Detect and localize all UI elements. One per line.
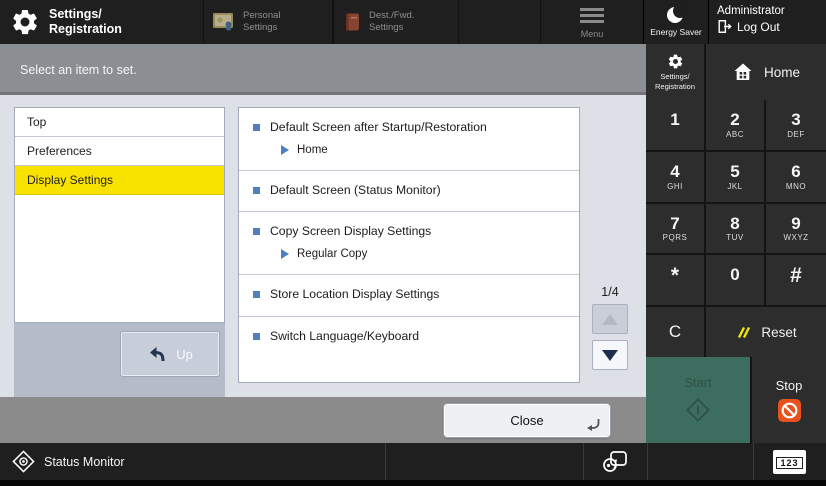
gear-icon <box>13 9 37 35</box>
up-button-area: Up <box>14 323 225 397</box>
message-bar: Select an item to set. <box>0 44 646 95</box>
stop-label: Stop <box>775 377 803 393</box>
nav-settings-line1: Settings/ <box>660 72 690 82</box>
dest-fwd-settings-button[interactable]: Dest./Fwd. Settings <box>333 0 459 44</box>
start-label: Start <box>684 375 712 390</box>
setting-default-screen-status-monitor[interactable]: Default Screen (Status Monitor) <box>239 171 579 213</box>
dest-fwd-settings-label: Dest./Fwd. Settings <box>369 10 415 33</box>
bullet-icon <box>253 124 260 131</box>
value-arrow-icon <box>281 248 289 259</box>
setting-value: Regular Copy <box>297 247 368 260</box>
personal-settings-label: Personal Settings <box>243 10 281 33</box>
key-5[interactable]: 5 JKL <box>706 151 764 202</box>
status-monitor-label: Status Monitor <box>44 454 125 469</box>
footer-band: Close <box>0 397 646 443</box>
device-touchscreen: Settings/ Registration Personal Settings… <box>0 0 826 486</box>
page-up-button[interactable] <box>592 304 628 334</box>
nav-home-button[interactable]: Home <box>706 44 826 100</box>
bullet-icon <box>253 186 260 194</box>
personal-settings-button[interactable]: Personal Settings <box>203 0 333 44</box>
reset-button[interactable]: Reset <box>706 307 826 357</box>
key-6[interactable]: 6 MNO <box>766 151 826 202</box>
settings-item-list: Default Screen after Startup/Restoration… <box>238 107 580 383</box>
value-arrow-icon <box>281 144 289 155</box>
key-0[interactable]: 0 <box>706 255 764 306</box>
side-nav: Settings/ Registration Home <box>646 44 826 100</box>
start-diamond-icon <box>685 397 711 423</box>
user-name: Administrator <box>717 5 785 17</box>
reset-label: Reset <box>761 324 797 340</box>
menu-label: Menu <box>580 29 604 39</box>
key-2[interactable]: 2 ABC <box>706 100 764 150</box>
up-label: Up <box>176 346 193 362</box>
status-monitor-icon <box>12 450 35 473</box>
up-arrow-icon <box>150 347 165 362</box>
key-4[interactable]: 4 GHI <box>646 151 704 202</box>
up-button[interactable]: Up <box>120 331 220 377</box>
category-item-display-settings[interactable]: Display Settings <box>15 166 224 195</box>
home-icon <box>734 63 752 80</box>
bullet-icon <box>253 332 260 340</box>
screen-title-line1: Settings/ <box>49 7 102 22</box>
screen-title: Settings/ Registration <box>10 0 122 44</box>
stop-button[interactable]: Stop <box>752 357 826 443</box>
status-bar: Status Monitor 123 <box>0 443 826 480</box>
key-hash[interactable]: # <box>766 255 826 306</box>
key-star[interactable]: * <box>646 255 704 306</box>
bottom-strip <box>0 480 826 486</box>
key-clear[interactable]: C <box>646 307 704 357</box>
numeric-keypad: 1 2 ABC 3 DEF 4 GHI 5 JKL 6 MNO 7 PQRS 8 TUV 9W… <box>646 100 826 357</box>
stop-icon <box>777 398 801 422</box>
setting-switch-language-keyboard[interactable]: Switch Language/Keyboard <box>239 317 579 383</box>
category-item-top[interactable]: Top <box>15 108 224 137</box>
nav-settings-line2: Registration <box>654 81 696 91</box>
key-9[interactable]: 9 WXYZ <box>766 203 826 254</box>
top-bar: Settings/ Registration Personal Settings… <box>0 0 826 44</box>
counter-check-button[interactable] <box>583 443 647 480</box>
bullet-icon <box>253 228 260 236</box>
setting-store-location-display[interactable]: Store Location Display Settings <box>239 275 579 317</box>
triangle-up-icon <box>602 313 618 325</box>
hamburger-icon <box>580 5 604 26</box>
hard-keys: Start Stop <box>646 357 826 443</box>
category-item-preferences[interactable]: Preferences <box>15 137 224 166</box>
screen-title-line2: Registration <box>49 22 122 36</box>
key-3[interactable]: 3 DEF <box>766 100 826 150</box>
energy-saver-button[interactable]: Energy Saver <box>646 0 706 44</box>
numeric-badge-text: 123 <box>776 456 803 469</box>
log-out-icon <box>718 20 732 33</box>
gear-icon <box>668 54 682 69</box>
personal-settings-icon <box>213 13 233 31</box>
key-1[interactable]: 1 <box>646 100 704 150</box>
nav-settings-registration-button[interactable]: Settings/ Registration <box>646 44 704 100</box>
moon-icon <box>667 4 687 25</box>
status-monitor-button[interactable]: Status Monitor <box>12 443 125 480</box>
setting-copy-screen-display[interactable]: Copy Screen Display Settings Regular Cop… <box>239 212 579 275</box>
setting-default-screen-startup[interactable]: Default Screen after Startup/Restoration… <box>239 108 579 171</box>
logged-in-user-button[interactable]: Administrator Log Out <box>708 0 826 44</box>
main-content: Top Preferences Display Settings Up Defa… <box>0 95 646 397</box>
page-indicator: 1/4 <box>601 285 619 299</box>
reset-slashes-icon <box>738 326 751 338</box>
bullet-icon <box>253 290 260 298</box>
page-down-button[interactable] <box>592 340 628 370</box>
start-button[interactable]: Start <box>646 357 750 443</box>
triangle-down-icon <box>602 349 618 361</box>
settings-category-list: Top Preferences Display Settings <box>14 107 225 323</box>
counter-check-icon <box>602 450 627 472</box>
key-7[interactable]: 7 PQRS <box>646 203 704 254</box>
menu-button[interactable]: Menu <box>540 0 644 44</box>
energy-saver-label: Energy Saver <box>650 27 702 37</box>
setting-value: Home <box>297 143 328 156</box>
log-out-label: Log Out <box>737 19 780 34</box>
close-label: Close <box>510 413 544 428</box>
numeric-badge-icon: 123 <box>773 449 806 474</box>
key-8[interactable]: 8 TUV <box>706 203 764 254</box>
close-return-arrow-icon <box>587 419 600 431</box>
nav-home-label: Home <box>763 64 800 80</box>
address-book-icon <box>346 13 359 31</box>
message-text: Select an item to set. <box>20 62 137 77</box>
numeric-display-button[interactable]: 123 <box>753 443 826 480</box>
close-button[interactable]: Close <box>443 403 611 438</box>
